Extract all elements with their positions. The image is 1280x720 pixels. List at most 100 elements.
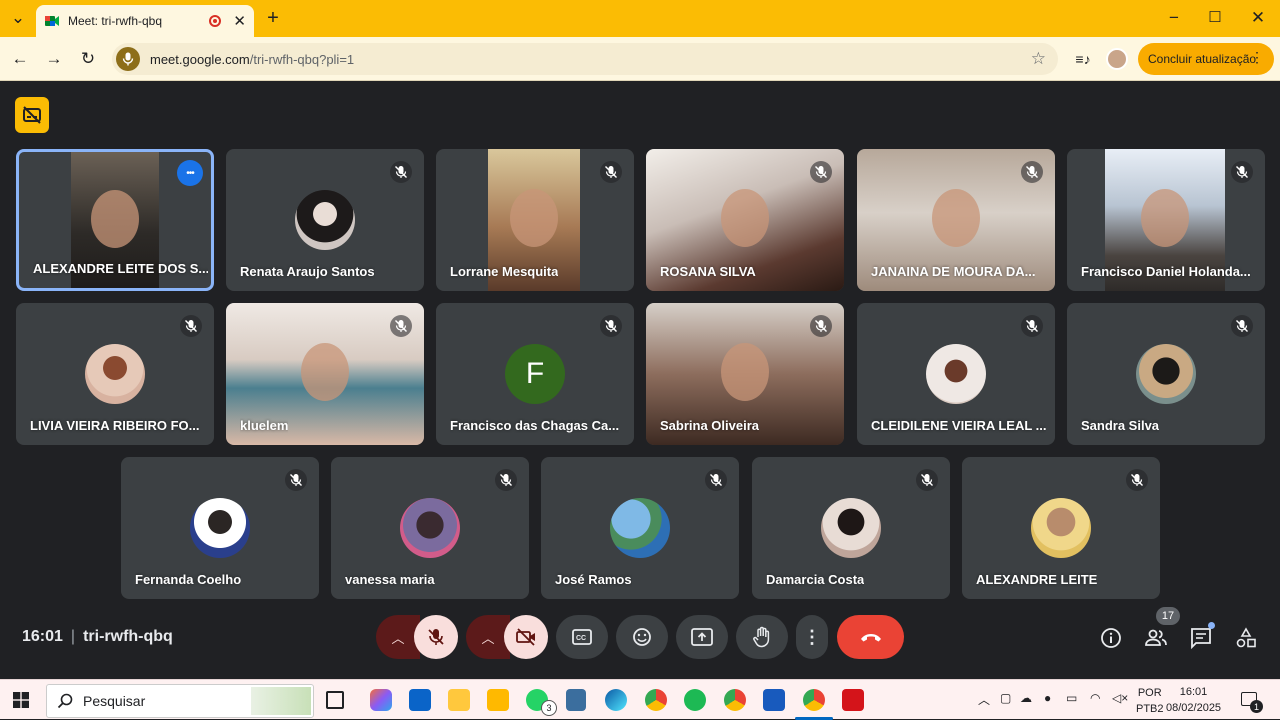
reactions-button[interactable]: [616, 615, 668, 659]
reload-icon[interactable]: ↻: [77, 49, 99, 69]
present-screen-button[interactable]: [676, 615, 728, 659]
camera-toggle-button[interactable]: [504, 615, 548, 659]
muted-mic-icon: [600, 315, 622, 337]
file-explorer-icon[interactable]: [487, 689, 509, 711]
mic-toggle-button[interactable]: [414, 615, 458, 659]
raise-hand-button[interactable]: [736, 615, 788, 659]
back-icon[interactable]: ←: [9, 49, 31, 69]
muted-mic-icon: [180, 315, 202, 337]
participant-name: ALEXANDRE LEITE DOS S...: [33, 261, 208, 276]
calculator-icon[interactable]: [566, 689, 586, 711]
browser-tab[interactable]: Meet: tri-rwfh-qbq ✕: [36, 5, 254, 37]
participant-tile[interactable]: JANAINA DE MOURA DA...: [857, 149, 1055, 291]
update-button[interactable]: Concluir atualização ⋮: [1138, 43, 1274, 75]
participant-tile[interactable]: José Ramos: [541, 457, 739, 599]
search-highlight-image: [251, 687, 311, 715]
battery-icon[interactable]: ▭: [1066, 691, 1077, 705]
muted-mic-icon: [916, 469, 938, 491]
system-clock[interactable]: 16:01 08/02/2025: [1166, 684, 1221, 716]
new-tab-icon[interactable]: +: [262, 8, 284, 28]
participant-avatar: [1136, 344, 1196, 404]
close-window-icon[interactable]: ✕: [1247, 8, 1269, 28]
tab-title: Meet: tri-rwfh-qbq: [68, 14, 163, 28]
participant-tile[interactable]: Lorrane Mesquita: [436, 149, 634, 291]
emoji-icon: [633, 628, 651, 646]
wifi-icon[interactable]: ◠: [1090, 691, 1100, 705]
participant-tile[interactable]: Sabrina Oliveira: [646, 303, 844, 445]
task-view-icon[interactable]: [326, 691, 344, 709]
notification-count-badge: 1: [1250, 700, 1263, 713]
more-options-button[interactable]: ⋮: [796, 615, 828, 659]
participant-tile[interactable]: vanessa maria: [331, 457, 529, 599]
volume-muted-icon[interactable]: ◁×: [1112, 691, 1128, 705]
participant-tile[interactable]: ••• ALEXANDRE LEITE DOS S...: [16, 149, 214, 291]
participant-tile[interactable]: F Francisco das Chagas Ca...: [436, 303, 634, 445]
muted-mic-icon: [495, 469, 517, 491]
participant-name: JANAINA DE MOURA DA...: [871, 264, 1036, 279]
participant-tile[interactable]: Damarcia Costa: [752, 457, 950, 599]
participant-tile[interactable]: Fernanda Coelho: [121, 457, 319, 599]
participant-tile[interactable]: Francisco Daniel Holanda...: [1067, 149, 1265, 291]
camera-off-icon: [516, 628, 535, 646]
participant-tile[interactable]: kluelem: [226, 303, 424, 445]
participant-face: [721, 188, 769, 247]
participant-tile[interactable]: CLEIDILENE VIEIRA LEAL ...: [857, 303, 1055, 445]
chrome-profile-icon[interactable]: [724, 689, 746, 711]
acrobat-icon[interactable]: [842, 689, 864, 711]
participant-name: Renata Araujo Santos: [240, 264, 375, 279]
media-control-icon[interactable]: ≡♪: [1072, 49, 1094, 69]
participant-tile[interactable]: ROSANA SILVA: [646, 149, 844, 291]
close-tab-icon[interactable]: ✕: [233, 12, 246, 30]
participant-initial-avatar: F: [505, 344, 565, 404]
people-button[interactable]: [1144, 626, 1168, 650]
hang-up-icon: [860, 634, 881, 642]
copilot-icon[interactable]: [370, 689, 392, 711]
meet-favicon-icon: [45, 16, 59, 26]
windows-start-icon[interactable]: [13, 692, 29, 708]
address-bar[interactable]: meet.google.com/tri-rwfh-qbq?pli=1 ☆: [112, 43, 1058, 75]
site-mic-icon[interactable]: [116, 47, 140, 71]
show-hidden-icons-icon[interactable]: ︿: [978, 691, 990, 708]
leave-call-button[interactable]: [837, 615, 904, 659]
widgets-icon[interactable]: [448, 689, 470, 711]
forward-icon[interactable]: →: [43, 49, 65, 69]
tray-device-icon[interactable]: ▢: [1000, 691, 1011, 705]
present-icon: [691, 628, 713, 646]
onedrive-icon[interactable]: ☁: [1020, 691, 1032, 705]
muted-mic-icon: [1231, 315, 1253, 337]
activities-button[interactable]: [1234, 626, 1258, 650]
taskbar-search-box[interactable]: Pesquisar: [46, 684, 314, 718]
chat-icon: [1191, 628, 1211, 649]
chrome-icon[interactable]: [645, 689, 667, 711]
people-icon: [1145, 629, 1167, 646]
tile-more-options-icon[interactable]: •••: [177, 160, 203, 186]
minimize-icon[interactable]: −: [1163, 8, 1185, 28]
info-icon: [1101, 628, 1121, 648]
spotify-icon[interactable]: [684, 689, 706, 711]
mic-tray-icon[interactable]: ●: [1044, 691, 1051, 705]
participant-name: kluelem: [240, 418, 289, 433]
more-vert-icon: ⋮: [803, 626, 821, 647]
captions-button[interactable]: CC: [556, 615, 608, 659]
outlook-icon[interactable]: [409, 689, 431, 711]
participant-tile[interactable]: ALEXANDRE LEITE: [962, 457, 1160, 599]
word-icon[interactable]: [763, 689, 785, 711]
chat-button[interactable]: [1189, 626, 1213, 650]
more-menu-icon[interactable]: ⋮: [1250, 49, 1264, 66]
chrome-active-icon[interactable]: [803, 689, 825, 711]
chevron-up-icon: ︿: [391, 630, 405, 646]
input-language[interactable]: POR PTB2: [1136, 685, 1164, 717]
edge-icon[interactable]: [605, 689, 627, 711]
tab-search-icon[interactable]: ⌄: [7, 8, 29, 28]
maximize-icon[interactable]: ☐: [1204, 8, 1226, 28]
profile-avatar[interactable]: [1106, 48, 1128, 70]
participant-tile[interactable]: Sandra Silva: [1067, 303, 1265, 445]
bookmark-star-icon[interactable]: ☆: [1031, 49, 1046, 69]
captions-off-icon[interactable]: [15, 97, 49, 133]
muted-mic-icon: [705, 469, 727, 491]
participant-tile[interactable]: LIVIA VIEIRA RIBEIRO FO...: [16, 303, 214, 445]
meeting-details-button[interactable]: [1099, 626, 1123, 650]
participant-name: CLEIDILENE VIEIRA LEAL ...: [871, 418, 1046, 433]
clock-date: 08/02/2025: [1166, 702, 1222, 714]
participant-tile[interactable]: Renata Araujo Santos: [226, 149, 424, 291]
